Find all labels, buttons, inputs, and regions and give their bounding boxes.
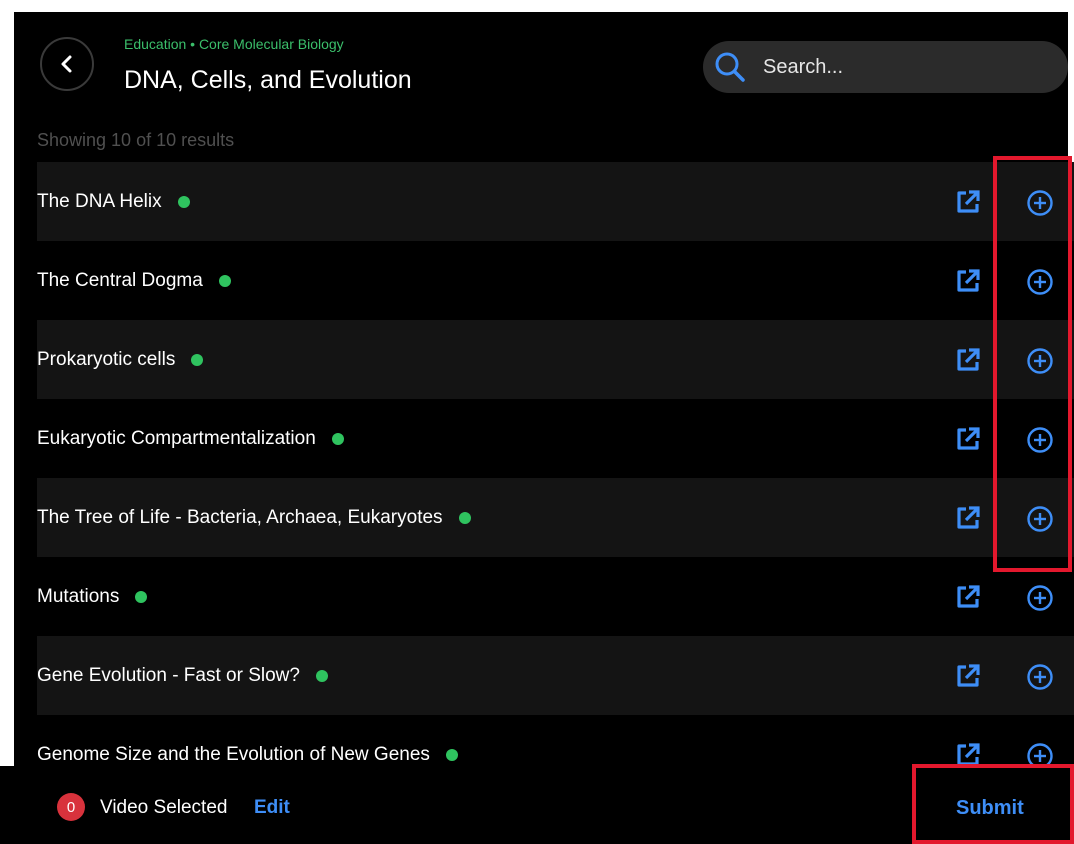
status-dot-icon [218, 274, 231, 287]
search-box[interactable] [703, 41, 1068, 93]
status-dot-icon [331, 432, 344, 445]
external-link-icon[interactable] [955, 268, 981, 294]
status-dot-icon [458, 511, 471, 524]
page-title: DNA, Cells, and Evolution [124, 66, 412, 94]
add-circle-icon[interactable] [1026, 347, 1054, 375]
status-dot-icon [315, 669, 328, 682]
external-link-icon[interactable] [955, 426, 981, 452]
selected-label: Video Selected [100, 797, 228, 818]
edit-link[interactable]: Edit [254, 797, 290, 819]
external-link-icon[interactable] [955, 584, 981, 610]
item-title: Mutations [37, 585, 120, 607]
list-item[interactable]: The DNA Helix [37, 162, 1074, 241]
add-circle-icon[interactable] [1026, 268, 1054, 296]
item-title: The Tree of Life - Bacteria, Archaea, Eu… [37, 506, 443, 528]
window-frame-left [0, 0, 14, 838]
external-link-icon[interactable] [955, 742, 981, 768]
list-item[interactable]: The Central Dogma [37, 241, 1074, 320]
add-circle-icon[interactable] [1026, 584, 1054, 612]
list-item[interactable]: The Tree of Life - Bacteria, Archaea, Eu… [37, 478, 1074, 557]
back-button[interactable] [40, 37, 94, 91]
external-link-icon[interactable] [955, 505, 981, 531]
item-title: The Central Dogma [37, 269, 203, 291]
add-circle-icon[interactable] [1026, 189, 1054, 217]
list-item[interactable]: Prokaryotic cells [37, 320, 1074, 399]
add-circle-icon[interactable] [1026, 663, 1054, 691]
video-list: The DNA Helix The Central Dogma Prokaryo… [37, 162, 1074, 794]
external-link-icon[interactable] [955, 189, 981, 215]
submit-button[interactable]: Submit [956, 797, 1024, 820]
item-title: Genome Size and the Evolution of New Gen… [37, 743, 430, 765]
result-count: Showing 10 of 10 results [37, 130, 235, 150]
breadcrumb: Education • Core Molecular Biology [124, 36, 344, 52]
status-dot-icon [191, 353, 204, 366]
item-title: Gene Evolution - Fast or Slow? [37, 664, 300, 686]
external-link-icon[interactable] [955, 347, 981, 373]
item-title: Prokaryotic cells [37, 348, 176, 370]
selected-count-badge: 0 [57, 793, 85, 821]
list-item[interactable]: Gene Evolution - Fast or Slow? [37, 636, 1074, 715]
add-circle-icon[interactable] [1026, 505, 1054, 533]
status-dot-icon [445, 748, 458, 761]
window-frame-top [0, 0, 1074, 12]
list-item[interactable]: Mutations [37, 557, 1074, 636]
status-dot-icon [177, 195, 190, 208]
list-item[interactable]: Eukaryotic Compartmentalization [37, 399, 1074, 478]
back-arrow-icon [61, 55, 72, 73]
search-icon[interactable] [711, 48, 749, 86]
add-circle-icon[interactable] [1026, 426, 1054, 454]
status-dot-icon [135, 590, 148, 603]
item-title: The DNA Helix [37, 190, 162, 212]
search-input[interactable] [761, 54, 1045, 80]
external-link-icon[interactable] [955, 663, 981, 689]
item-title: Eukaryotic Compartmentalization [37, 427, 316, 449]
